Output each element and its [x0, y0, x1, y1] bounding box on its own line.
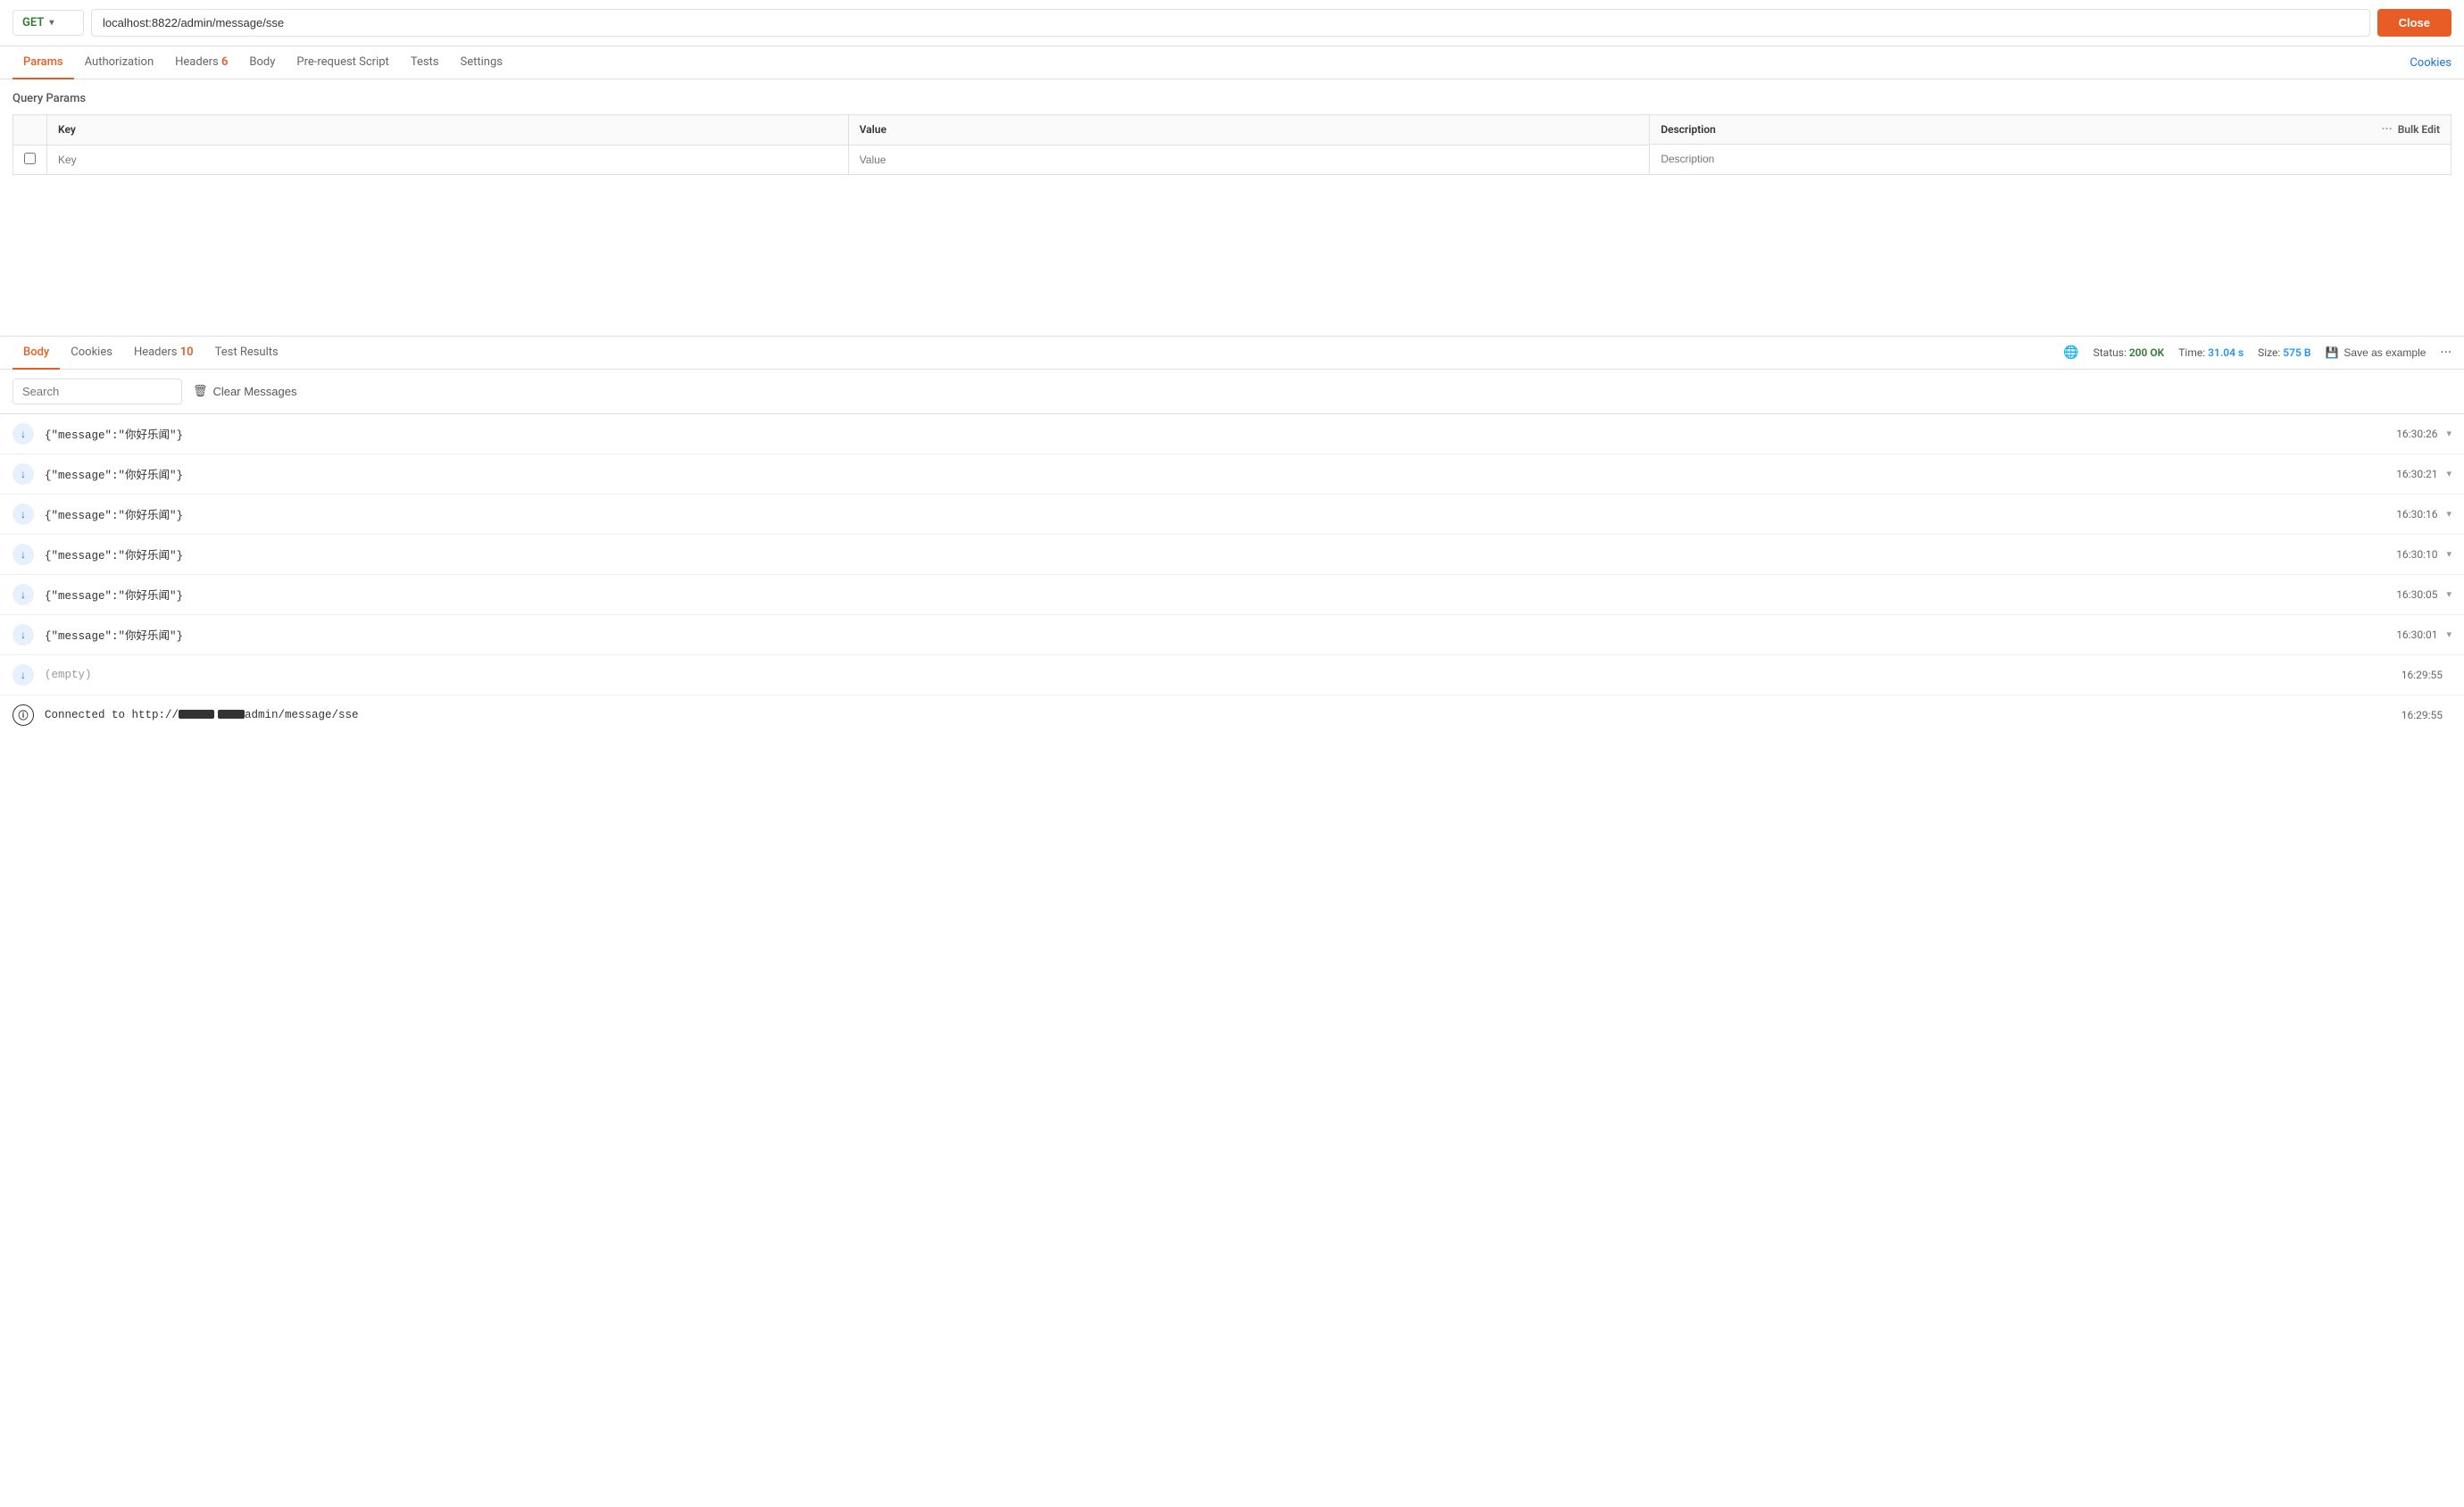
more-icon: ···	[2381, 122, 2392, 137]
save-icon: 💾	[2325, 346, 2338, 359]
message-content: Connected to http://admin/message/sse	[45, 709, 2402, 721]
request-tabs: Params Authorization Headers 6 Body Pre-…	[0, 46, 2464, 79]
message-content: {"message":"你好乐闻"}	[45, 626, 2396, 643]
bulk-edit-label[interactable]: Bulk Edit	[2398, 123, 2440, 136]
spacer	[0, 175, 2464, 336]
chevron-expand-icon[interactable]: ▾	[2446, 629, 2452, 640]
method-selector[interactable]: GET ▾	[12, 10, 84, 36]
chevron-expand-icon[interactable]: ▾	[2446, 548, 2452, 560]
message-time: 16:30:01	[2396, 629, 2437, 641]
message-time: 16:30:26	[2396, 428, 2437, 440]
params-table: Key Value Description ··· Bulk Edit	[12, 114, 2452, 175]
time-value: 31.04 s	[2208, 346, 2243, 359]
trash-icon: 🗑	[193, 384, 208, 398]
chevron-expand-icon[interactable]: ▾	[2446, 588, 2452, 600]
size-value: 575 B	[2283, 346, 2310, 359]
table-row	[13, 145, 2452, 174]
message-content: {"message":"你好乐闻"}	[45, 545, 2396, 562]
size-label: Size: 575 B	[2258, 346, 2310, 359]
message-time: 16:29:55	[2402, 709, 2443, 721]
tab-tests[interactable]: Tests	[400, 46, 450, 79]
query-params-title: Query Params	[12, 92, 2452, 105]
message-content: {"message":"你好乐闻"}	[45, 505, 2396, 522]
message-icon: ↓	[12, 624, 34, 645]
message-content: {"message":"你好乐闻"}	[45, 425, 2396, 442]
tab-response-body[interactable]: Body	[12, 337, 60, 370]
message-time: 16:30:21	[2396, 468, 2437, 480]
tab-test-results[interactable]: Test Results	[204, 337, 289, 370]
query-params-section: Query Params Key Value Description ··· B…	[0, 79, 2464, 175]
chevron-expand-icon[interactable]: ▾	[2446, 508, 2452, 520]
message-time: 16:30:16	[2396, 508, 2437, 520]
clear-messages-button[interactable]: 🗑 Clear Messages	[193, 384, 296, 398]
message-time: 16:30:10	[2396, 548, 2437, 561]
more-options-button[interactable]: ···	[2440, 344, 2452, 361]
method-label: GET	[22, 16, 44, 29]
tab-params[interactable]: Params	[12, 46, 74, 79]
message-content: {"message":"你好乐闻"}	[45, 465, 2396, 482]
chevron-expand-icon[interactable]: ▾	[2446, 428, 2452, 439]
list-item: ↓ (empty) 16:29:55	[0, 655, 2464, 695]
response-section: Body Cookies Headers 10 Test Results 🌐 S…	[0, 336, 2464, 735]
value-column-header: Value	[848, 115, 1650, 146]
url-bar: GET ▾ Close	[0, 0, 2464, 46]
info-icon: ⓘ	[12, 704, 34, 726]
search-input[interactable]	[12, 379, 182, 404]
response-tabs: Body Cookies Headers 10 Test Results 🌐 S…	[0, 337, 2464, 370]
url-input[interactable]	[91, 9, 2370, 37]
message-content: {"message":"你好乐闻"}	[45, 586, 2396, 603]
tab-authorization[interactable]: Authorization	[74, 46, 165, 79]
list-item: ↓ {"message":"你好乐闻"} 16:30:16 ▾	[0, 495, 2464, 535]
list-item: ⓘ Connected to http://admin/message/sse …	[0, 695, 2464, 735]
list-item: ↓ {"message":"你好乐闻"} 16:30:10 ▾	[0, 535, 2464, 575]
globe-icon: 🌐	[2063, 346, 2078, 360]
chevron-down-icon: ▾	[49, 18, 54, 28]
tab-prerequest[interactable]: Pre-request Script	[286, 46, 399, 79]
message-toolbar: 🗑 Clear Messages	[0, 370, 2464, 414]
tab-response-headers[interactable]: Headers 10	[123, 337, 204, 370]
message-icon: ↓	[12, 664, 34, 686]
message-icon: ↓	[12, 423, 34, 445]
tab-body[interactable]: Body	[238, 46, 286, 79]
chevron-expand-icon[interactable]: ▾	[2446, 468, 2452, 479]
message-icon: ↓	[12, 544, 34, 565]
description-input[interactable]	[1661, 153, 2440, 165]
message-time: 16:29:55	[2402, 669, 2443, 681]
tab-settings[interactable]: Settings	[450, 46, 513, 79]
key-input[interactable]	[58, 154, 837, 166]
checkbox-header	[13, 115, 47, 146]
message-time: 16:30:05	[2396, 588, 2437, 601]
list-item: ↓ {"message":"你好乐闻"} 16:30:05 ▾	[0, 575, 2464, 615]
save-example-button[interactable]: 💾 Save as example	[2325, 346, 2426, 359]
status-value: 200 OK	[2129, 346, 2164, 359]
message-content: (empty)	[45, 669, 2402, 681]
message-icon: ↓	[12, 463, 34, 485]
list-item: ↓ {"message":"你好乐闻"} 16:30:21 ▾	[0, 454, 2464, 495]
list-item: ↓ {"message":"你好乐闻"} 16:30:26 ▾	[0, 414, 2464, 454]
cookies-link[interactable]: Cookies	[2410, 56, 2452, 70]
message-list: ↓ {"message":"你好乐闻"} 16:30:26 ▾ ↓ {"mess…	[0, 414, 2464, 735]
list-item: ↓ {"message":"你好乐闻"} 16:30:01 ▾	[0, 615, 2464, 655]
message-icon: ↓	[12, 504, 34, 525]
row-checkbox[interactable]	[24, 153, 36, 164]
description-column-header: Description ··· Bulk Edit	[1650, 115, 2451, 145]
time-label: Time: 31.04 s	[2178, 346, 2243, 359]
value-input[interactable]	[860, 154, 1639, 166]
close-button[interactable]: Close	[2377, 9, 2452, 37]
tab-headers[interactable]: Headers 6	[164, 46, 238, 79]
key-column-header: Key	[47, 115, 849, 146]
status-label: Status: 200 OK	[2094, 346, 2165, 359]
response-meta: 🌐 Status: 200 OK Time: 31.04 s Size: 575…	[2063, 344, 2452, 361]
message-icon: ↓	[12, 584, 34, 605]
tab-response-cookies[interactable]: Cookies	[60, 337, 123, 370]
